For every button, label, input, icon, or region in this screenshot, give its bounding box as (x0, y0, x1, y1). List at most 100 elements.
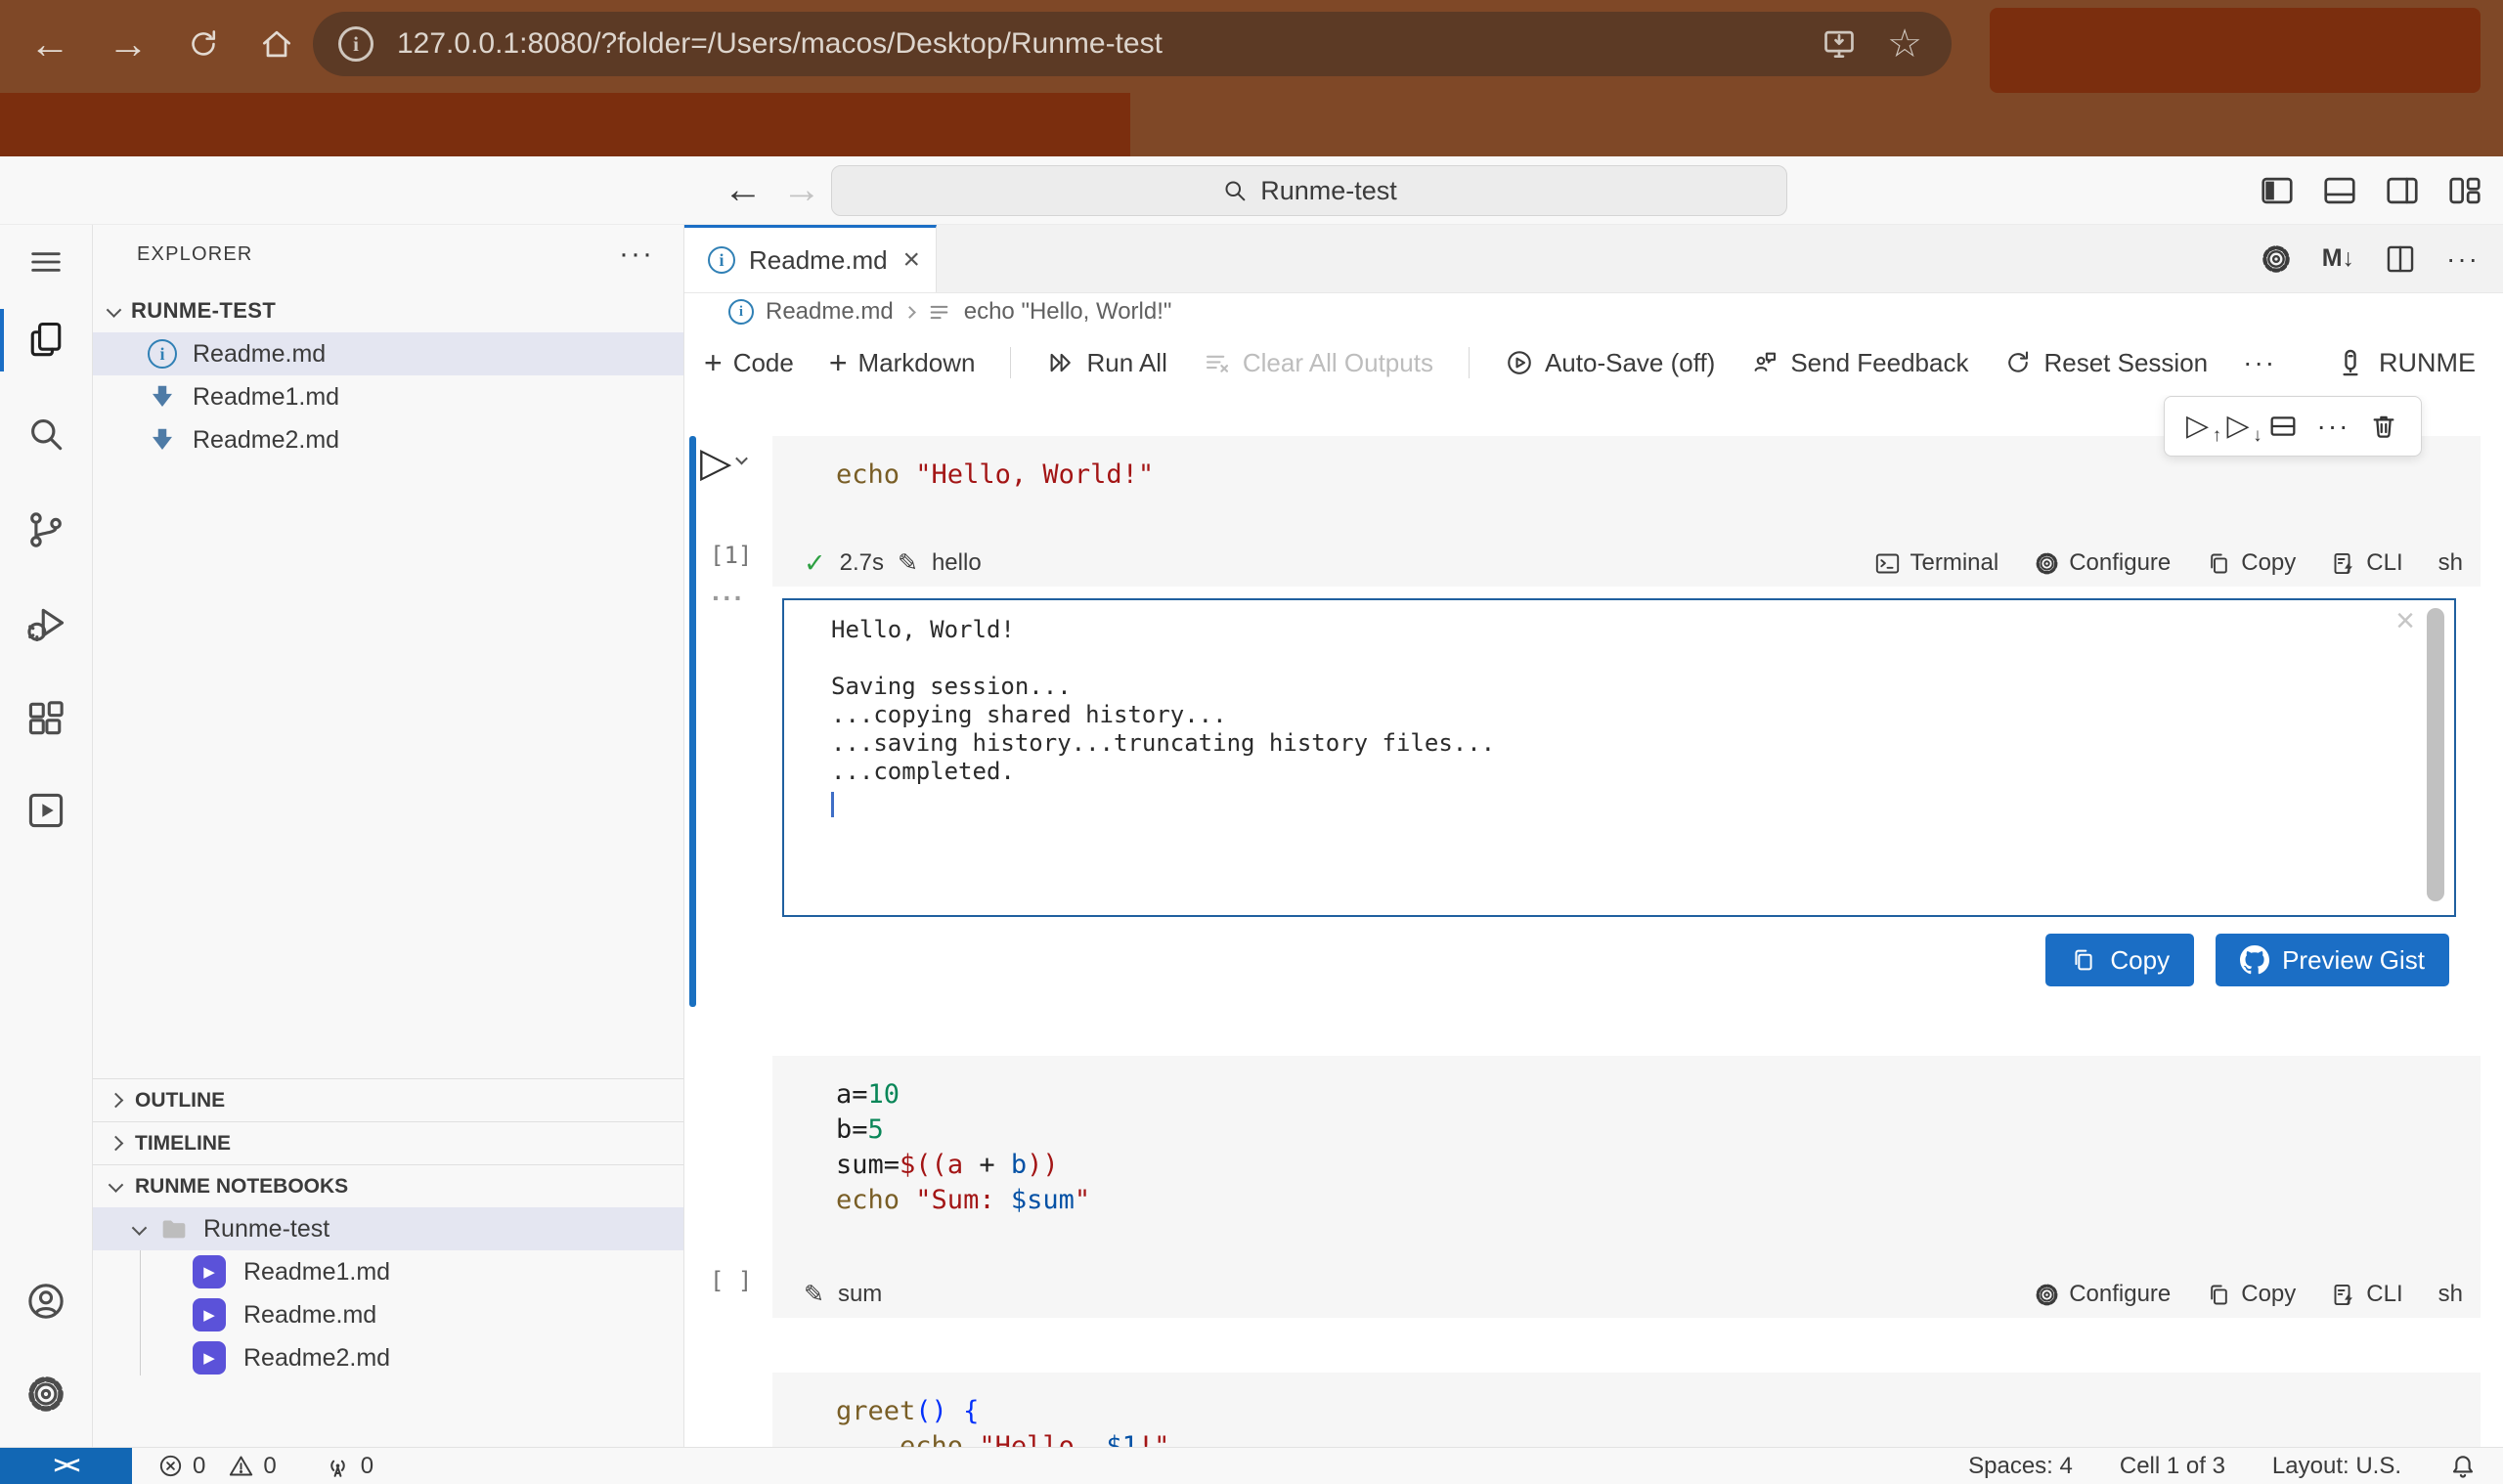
gear-icon (2034, 1282, 2060, 1308)
code-cell-3[interactable]: greet() { echo "Hello, $1!" (772, 1373, 2481, 1447)
explorer-more-actions-icon[interactable]: ··· (619, 238, 654, 271)
execute-above-icon[interactable]: ▷↑ (2186, 412, 2209, 441)
notebook-folder-row[interactable]: Runme-test (93, 1207, 683, 1250)
settings-button[interactable] (0, 1367, 92, 1421)
code-line: b=5 (836, 1113, 1090, 1148)
history-forward-icon[interactable]: → (782, 168, 821, 212)
editor-more-actions-icon[interactable]: ··· (2446, 243, 2480, 275)
add-code-cell-button[interactable]: +Code (704, 345, 794, 381)
indentation-status[interactable]: Spaces: 4 (1968, 1453, 2073, 1480)
file-row-readme1[interactable]: Readme1.md (93, 375, 683, 418)
clear-outputs-icon (1203, 348, 1232, 377)
clear-all-outputs-button[interactable]: Clear All Outputs (1203, 348, 1433, 378)
bell-icon[interactable] (2448, 1452, 2478, 1481)
cell-more-actions-icon[interactable]: ··· (2317, 411, 2350, 442)
chevron-right-icon (109, 1136, 124, 1152)
history-back-icon[interactable]: ← (724, 168, 763, 212)
notebook-file-row[interactable]: ▶ Readme2.md (93, 1336, 683, 1379)
notebook-file-row[interactable]: ▶ Readme1.md (93, 1250, 683, 1293)
execution-count: [1] (710, 542, 752, 569)
extensions-icon (24, 697, 67, 740)
cli-icon (2331, 1282, 2357, 1308)
preview-gist-button[interactable]: Preview Gist (2216, 934, 2449, 986)
output-collapse-icon[interactable]: ··· (712, 583, 745, 614)
cell-language-badge: sh (2438, 1281, 2463, 1308)
sidebar-item-runme[interactable] (0, 783, 92, 838)
breadcrumb-cell[interactable]: echo "Hello, World!" (964, 298, 1172, 326)
browser-address-bar[interactable]: i 127.0.0.1:8080/?folder=/Users/macos/De… (313, 12, 1952, 76)
configure-action[interactable]: Configure (2034, 549, 2171, 577)
copy-output-button[interactable]: Copy (2045, 934, 2194, 986)
run-cell-button[interactable]: ▷ (700, 442, 746, 483)
cell-position-status[interactable]: Cell 1 of 3 (2120, 1453, 2225, 1480)
cell-name[interactable]: hello (932, 549, 982, 577)
reset-session-button[interactable]: Reset Session (2003, 348, 2208, 378)
chevron-right-icon (109, 1093, 124, 1109)
output-scrollbar[interactable] (2427, 608, 2444, 901)
problems-status[interactable]: 0 0 (157, 1453, 277, 1480)
menu-button[interactable] (0, 235, 92, 289)
execute-below-icon[interactable]: ▷↓ (2227, 412, 2250, 441)
site-info-icon[interactable]: i (338, 26, 373, 62)
copy-action[interactable]: Copy (2206, 549, 2296, 577)
add-markdown-cell-button[interactable]: +Markdown (829, 345, 976, 381)
browser-chrome: ← → i 127.0.0.1:8080/?folder=/Users/maco… (0, 0, 2503, 156)
export-markdown-icon[interactable]: M↓ (2322, 244, 2354, 273)
cli-action[interactable]: CLI (2331, 549, 2402, 577)
remote-indicator[interactable]: >< (0, 1448, 132, 1484)
sidebar-item-source-control[interactable] (0, 502, 92, 557)
notebook-file-row[interactable]: ▶ Readme.md (93, 1293, 683, 1336)
sidebar-item-extensions[interactable] (0, 691, 92, 746)
toggle-panel-icon[interactable] (2321, 172, 2358, 209)
pencil-icon[interactable]: ✎ (898, 548, 918, 578)
browser-forward-icon[interactable]: → (108, 23, 149, 65)
toggle-secondary-sidebar-icon[interactable] (2384, 172, 2421, 209)
workspace-root-row[interactable]: RUNME-TEST (93, 289, 683, 332)
accounts-button[interactable] (0, 1274, 92, 1329)
tab-close-icon[interactable]: × (902, 243, 920, 277)
section-runme-notebooks[interactable]: RUNME NOTEBOOKS (93, 1164, 683, 1207)
cli-action[interactable]: CLI (2331, 1281, 2402, 1308)
file-row-readme2[interactable]: Readme2.md (93, 418, 683, 461)
tab-readme[interactable]: i Readme.md × (684, 225, 937, 292)
file-label: Readme1.md (193, 383, 339, 412)
keyboard-layout-status[interactable]: Layout: U.S. (2272, 1453, 2401, 1480)
close-icon[interactable]: × (2395, 602, 2415, 640)
cell-output-terminal[interactable]: Hello, World! Saving session......copyin… (782, 598, 2456, 917)
copy-action[interactable]: Copy (2206, 1281, 2296, 1308)
auto-save-button[interactable]: Auto-Save (off) (1505, 348, 1715, 378)
split-editor-icon[interactable] (2384, 242, 2417, 276)
pencil-icon[interactable]: ✎ (804, 1280, 824, 1309)
configure-action[interactable]: Configure (2034, 1281, 2171, 1308)
cell-name[interactable]: sum (838, 1281, 882, 1308)
toolbar-more-actions-icon[interactable]: ··· (2243, 347, 2276, 378)
success-check-icon: ✓ (804, 548, 826, 579)
info-icon: i (148, 339, 177, 369)
command-center-search[interactable]: Runme-test (831, 165, 1787, 216)
browser-home-icon[interactable] (258, 25, 295, 63)
browser-reload-icon[interactable] (186, 26, 221, 62)
sidebar-item-search[interactable] (0, 407, 92, 461)
customize-layout-icon[interactable] (2446, 172, 2483, 209)
chevron-down-icon (109, 1177, 124, 1193)
install-app-icon[interactable] (1821, 25, 1858, 63)
run-all-button[interactable]: Run All (1046, 348, 1166, 378)
notebook-settings-gear-icon[interactable] (2260, 242, 2293, 276)
ports-status[interactable]: 0 (324, 1452, 373, 1480)
sidebar-item-run-debug[interactable] (0, 596, 92, 651)
delete-cell-icon[interactable] (2368, 411, 2399, 442)
code-cell-1[interactable]: echo "Hello, World!" ✓ 2.7s ✎ hello Term… (772, 436, 2481, 587)
section-timeline[interactable]: TIMELINE (93, 1121, 683, 1164)
browser-back-icon[interactable]: ← (29, 23, 70, 65)
file-row-readme[interactable]: i Readme.md (93, 332, 683, 375)
toggle-sidebar-icon[interactable] (2259, 172, 2296, 209)
code-cell-2[interactable]: a=10 b=5 sum=$((a + b)) echo "Sum: $sum"… (772, 1056, 2481, 1318)
terminal-action[interactable]: Terminal (1874, 549, 1998, 577)
sidebar-item-explorer[interactable] (0, 313, 92, 368)
bookmark-star-icon[interactable]: ☆ (1887, 22, 1922, 66)
send-feedback-button[interactable]: Send Feedback (1750, 348, 1968, 378)
breadcrumb-file[interactable]: Readme.md (766, 298, 894, 326)
section-outline[interactable]: OUTLINE (93, 1078, 683, 1121)
split-cell-icon[interactable] (2267, 411, 2299, 442)
error-icon (157, 1453, 184, 1479)
